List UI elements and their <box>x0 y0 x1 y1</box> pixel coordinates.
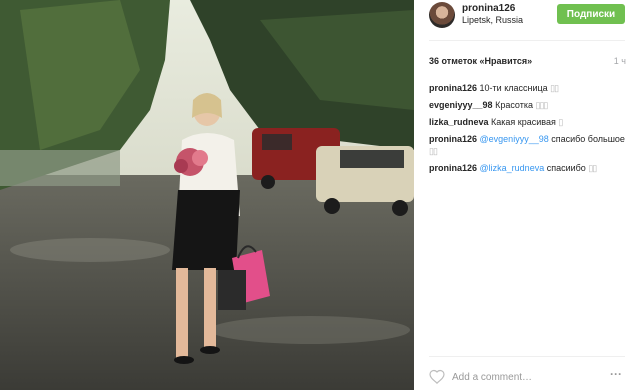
post-photo[interactable] <box>0 0 414 390</box>
comment: pronina126 10-ти классница ▯▯ <box>429 82 629 94</box>
comment-author[interactable]: evgeniyyy__98 <box>429 100 493 110</box>
emoji-glyph: ▯▯ <box>588 163 597 173</box>
comment-text: спасибо большое <box>551 134 625 144</box>
more-options-icon[interactable]: ··· <box>610 367 622 381</box>
comment-text: Какая красивая <box>491 117 556 127</box>
avatar[interactable] <box>429 2 455 28</box>
post-header: pronina126 Lipetsk, Russia Подписки <box>414 0 640 36</box>
comments-list: pronina126 10-ти классница ▯▯ evgeniyyy_… <box>429 82 629 179</box>
comment-text: спасиибо <box>546 163 586 173</box>
comment: evgeniyyy__98 Красотка ▯▯▯ <box>429 99 629 111</box>
comment: pronina126 @evgeniyyy__98 спасибо большо… <box>429 133 629 157</box>
comment-text: 10-ти классница <box>479 83 548 93</box>
street-scene <box>0 0 414 390</box>
comment-author[interactable]: pronina126 <box>429 163 477 173</box>
comment-author[interactable]: pronina126 <box>429 83 477 93</box>
heart-icon[interactable] <box>429 369 445 384</box>
comment-text: Красотка <box>495 100 534 110</box>
emoji-glyph: ▯▯ <box>429 146 438 156</box>
comment: pronina126 @lizka_rudneva спасиибо ▯▯ <box>429 162 629 174</box>
post-sidebar: pronina126 Lipetsk, Russia Подписки 36 о… <box>414 0 640 390</box>
emoji-glyph: ▯▯ <box>550 83 559 93</box>
post-time[interactable]: 1 ч <box>614 56 626 66</box>
comment: lizka_rudneva Какая красивая ▯ <box>429 116 629 128</box>
comment-author[interactable]: lizka_rudneva <box>429 117 489 127</box>
emoji-glyph: ▯ <box>558 117 563 127</box>
comment-author[interactable]: pronina126 <box>429 134 477 144</box>
divider <box>429 356 625 357</box>
divider <box>429 40 625 41</box>
location[interactable]: Lipetsk, Russia <box>462 15 523 25</box>
comment-mention[interactable]: @lizka_rudneva <box>480 163 545 173</box>
add-comment-input[interactable] <box>452 369 602 385</box>
username[interactable]: pronina126 <box>462 3 515 14</box>
emoji-glyph: ▯▯▯ <box>535 100 549 110</box>
follow-button[interactable]: Подписки <box>557 4 625 24</box>
likes-count[interactable]: 36 отметок «Нравится» <box>429 56 532 66</box>
comment-mention[interactable]: @evgeniyyy__98 <box>480 134 549 144</box>
